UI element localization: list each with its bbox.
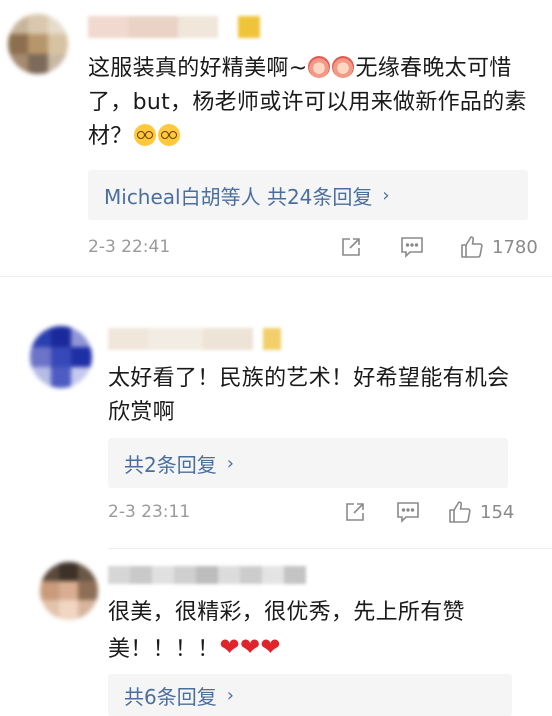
comment-button[interactable]: [396, 501, 420, 523]
timestamp: 2-3 22:41: [88, 237, 171, 257]
username-redacted[interactable]: [88, 16, 260, 38]
reply-summary-button[interactable]: 共2条回复 ›: [108, 438, 508, 488]
heart-emoji: ❤: [260, 633, 281, 661]
like-count: 1780: [492, 236, 538, 258]
divider: [0, 276, 552, 277]
comment-text: 太好看了！民族的艺术！好希望能有机会欣赏啊: [108, 366, 510, 425]
nerd-face-emoji: [133, 124, 156, 146]
comment-text: 这服装真的好精美啊~ 无缘春晚太可惜了，but，杨老师或许可以用来做新作品的素材？: [88, 56, 527, 149]
like-button[interactable]: 154: [448, 500, 514, 524]
username-redacted[interactable]: [108, 566, 306, 584]
reply-summary-label: Micheal白胡等人 共24条回复: [104, 184, 373, 209]
reply-summary-label: 共2条回复: [124, 452, 217, 477]
avatar[interactable]: [40, 562, 98, 620]
comment-text: 很美，很精彩，很优秀，先上所有赞美！！！！❤❤❤: [108, 600, 465, 662]
comment-icon: [397, 502, 419, 523]
divider: [108, 548, 552, 549]
comment-meta: 2-3 23:11 154: [108, 497, 528, 527]
chevron-right-icon: ›: [226, 684, 234, 706]
comment-meta: 2-3 22:41 1780: [88, 232, 538, 262]
username-redacted[interactable]: [108, 328, 281, 350]
shocked-face-emoji: [332, 56, 355, 78]
reply-summary-label: 共6条回复: [124, 684, 217, 709]
heart-emoji: ❤: [219, 633, 240, 661]
avatar[interactable]: [30, 326, 92, 388]
comment-icon: [401, 237, 423, 258]
share-button[interactable]: [344, 501, 366, 523]
shocked-face-emoji: [308, 56, 331, 78]
timestamp: 2-3 23:11: [108, 502, 191, 522]
thumbs-up-icon: [461, 236, 483, 258]
chevron-right-icon: ›: [226, 452, 234, 474]
reply-summary-button[interactable]: Micheal白胡等人 共24条回复 ›: [88, 170, 528, 220]
heart-emoji: ❤: [239, 633, 261, 661]
reply-summary-button[interactable]: 共6条回复 ›: [108, 674, 512, 716]
share-icon: [342, 238, 360, 256]
avatar[interactable]: [8, 14, 68, 74]
share-icon: [346, 503, 364, 521]
like-count: 154: [480, 501, 515, 523]
comment-button[interactable]: [400, 236, 424, 258]
share-button[interactable]: [340, 236, 362, 258]
nerd-face-emoji: [157, 124, 180, 146]
chevron-right-icon: ›: [382, 184, 390, 206]
like-button[interactable]: 1780: [460, 235, 538, 259]
thumbs-up-icon: [449, 501, 471, 523]
